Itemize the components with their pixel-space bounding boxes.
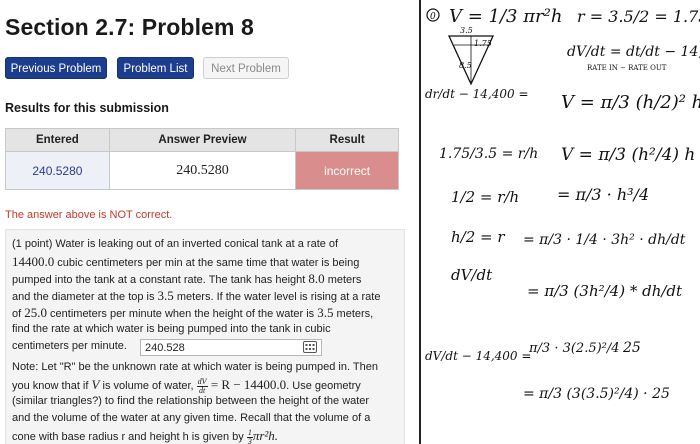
note-dvdt-label: dV/dt: [451, 266, 493, 284]
note-final-mid: π/3 · 3(2.5)²/4: [528, 341, 620, 356]
results-table: Entered Answer Preview Result 240.5280 2…: [5, 128, 399, 190]
note-cone-side: 8.5: [459, 61, 472, 70]
note-rate-labels: RATE IN − RATE OUT: [587, 64, 667, 72]
page-title: Section 2.7: Problem 8: [5, 14, 254, 40]
handwritten-notes: 0 V = 1/3 πr²h r = 3.5/2 = 1.75 1.75 8.5…: [421, 0, 700, 444]
problem-line: (1 point) Water is leaking out of an inv…: [12, 238, 339, 250]
webwork-panel: Section 2.7: Problem 8 Previous Problem …: [0, 0, 410, 444]
water-height: 3.5: [317, 305, 334, 320]
entered-value: 240.5280: [5, 151, 110, 190]
col-answer-preview: Answer Preview: [108, 128, 297, 152]
keyboard-icon[interactable]: [303, 341, 317, 353]
next-problem-button[interactable]: Next Problem: [203, 57, 289, 79]
note-circle: 0: [430, 12, 436, 22]
note-ratio1: 1.75/3.5 = r/h: [439, 146, 538, 162]
note-v-step5: = π/3 (3h²/4) * dh/dt: [527, 282, 683, 300]
note-r-value: r = 3.5/2 = 1.75: [577, 7, 700, 26]
problem-line: find the rate at which water is being pu…: [12, 323, 331, 335]
note-drdt-label: dr/dt − 14,400 =: [425, 87, 529, 101]
results-heading: Results for this submission: [5, 101, 169, 115]
rise-rate: 25.0: [24, 305, 47, 320]
note-v-step2: V = π/3 (h²/4) h: [561, 145, 695, 165]
note-final-step: = π/3 (3(3.5)²/4) · 25: [523, 386, 670, 402]
note-v-step4: = π/3 · 1/4 · 3h² · dh/dt: [523, 232, 686, 248]
problem-line: and the volume of the water at any given…: [12, 412, 371, 424]
tank-diameter: 3.5: [157, 288, 174, 303]
problem-list-button[interactable]: Problem List: [117, 57, 194, 79]
note-ratio2: 1/2 = r/h: [451, 188, 519, 206]
note-cone-bottom: 3.5: [460, 26, 473, 35]
note-v-step1: V = π/3 (h/2)² h: [561, 92, 700, 113]
answer-input[interactable]: [140, 339, 322, 356]
tank-height: 8.0: [308, 271, 325, 286]
handwritten-work: 0 V = 1/3 πr²h r = 3.5/2 = 1.75 1.75 8.5…: [425, 6, 700, 402]
table-row: 240.5280 240.5280 incorrect: [5, 151, 399, 190]
previous-problem-button[interactable]: Previous Problem: [5, 57, 107, 79]
note-final-25: 25: [622, 340, 641, 356]
problem-line: cone with base radius r and height h is …: [12, 427, 279, 444]
col-entered: Entered: [5, 128, 110, 152]
result-status-badge: incorrect: [295, 151, 399, 190]
note-ratio3: h/2 = r: [451, 228, 505, 246]
note-v-step3: = π/3 · h³/4: [557, 185, 649, 204]
answer-preview-value: 240.5280: [108, 151, 297, 190]
col-result: Result: [295, 128, 399, 152]
problem-line: (similar triangles?) to find the relatio…: [12, 395, 370, 407]
problem-statement: (1 point) Water is leaking out of an inv…: [5, 229, 405, 444]
leak-rate: 14400.0: [12, 254, 55, 269]
note-v-formula: V = 1/3 πr²h: [449, 6, 562, 27]
note-dv-rate: dV/dt = dt/dt − 14,400.00: [567, 44, 700, 60]
note-final-left: dV/dt − 14,400 =: [425, 349, 531, 363]
note-cone-top: 1.75: [474, 39, 492, 48]
problem-line: Note: Let "R" be the unknown rate at whi…: [12, 361, 378, 373]
not-correct-message: The answer above is NOT correct.: [5, 209, 173, 221]
